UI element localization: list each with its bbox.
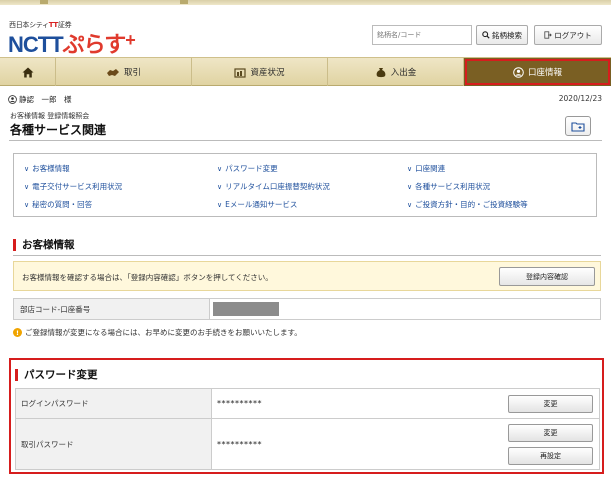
- chevron-down-icon: ∨: [24, 183, 30, 191]
- customer-notice: お客様情報を確認する場合は、「登録内容確認」ボタンを押してください。 登録内容確…: [13, 261, 601, 291]
- search-input[interactable]: [372, 25, 472, 45]
- chevron-down-icon: ∨: [407, 165, 413, 173]
- nav-home[interactable]: [0, 58, 56, 86]
- chevron-down-icon: ∨: [407, 183, 413, 191]
- trade-password-value: **********: [217, 439, 262, 449]
- nav-trade[interactable]: 取引: [56, 58, 192, 86]
- link-secret-question[interactable]: ∨ 秘密の質問・回答: [24, 199, 92, 210]
- link-email-notification[interactable]: ∨ Eメール通知サービス: [217, 199, 297, 210]
- row-actions: 変更 再設定: [506, 419, 599, 469]
- nav-deposit[interactable]: 入出金: [328, 58, 464, 86]
- nav-account[interactable]: 口座情報: [464, 58, 611, 86]
- chevron-down-icon: ∨: [24, 165, 30, 173]
- branch-account-row: 部店コード-口座番号: [13, 298, 601, 320]
- folder-button[interactable]: [565, 116, 591, 136]
- reset-trade-password-button[interactable]: 再設定: [508, 446, 593, 465]
- logout-icon: [544, 31, 553, 39]
- handshake-icon: [106, 68, 119, 76]
- link-account-related[interactable]: ∨ 口座関連: [407, 163, 445, 174]
- change-trade-password-button[interactable]: 変更: [508, 423, 593, 442]
- branch-account-label: 部店コード-口座番号: [14, 299, 210, 319]
- customer-info-heading: お客様情報: [13, 239, 75, 251]
- divider: [9, 140, 602, 141]
- nav-assets[interactable]: 資産状況: [192, 58, 328, 86]
- divider: [13, 255, 601, 256]
- table-row: ログインパスワード ********** 変更: [16, 389, 599, 419]
- change-note-text: ご登録情報が変更になる場合には、お早めに変更のお手続きをお願いいたします。: [25, 328, 302, 337]
- change-login-password-button[interactable]: 変更: [508, 394, 593, 413]
- change-note: ! ご登録情報が変更になる場合には、お早めに変更のお手続きをお願いいたします。: [13, 327, 302, 338]
- current-date: 2020/12/23: [558, 94, 602, 103]
- branch-account-value: [210, 299, 600, 319]
- service-links: ∨ お客様情報 ∨ パスワード変更 ∨ 口座関連 ∨ 電子交付サービス利用状況 ∨ リアル…: [13, 153, 597, 217]
- nav-account-label: 口座情報: [527, 68, 562, 78]
- logo[interactable]: NCTTぷらす+: [8, 27, 136, 59]
- chevron-down-icon: ∨: [217, 183, 223, 191]
- password-table: ログインパスワード ********** 変更 取引パスワード ********…: [15, 388, 600, 470]
- chevron-down-icon: ∨: [217, 201, 223, 209]
- money-bag-icon: [376, 67, 386, 77]
- redacted-value: [213, 302, 279, 316]
- link-investment-policy[interactable]: ∨ ご投資方針・目的・ご投資経験等: [407, 199, 528, 210]
- user-icon: [8, 95, 17, 104]
- page-title: 各種サービス関連: [10, 123, 107, 137]
- confirm-registration-button[interactable]: 登録内容確認: [499, 267, 595, 286]
- logout-button-label: ログアウト: [554, 30, 592, 40]
- decor-mark: [40, 0, 48, 4]
- password-section: パスワード変更 ログインパスワード ********** 変更 取引パスワード …: [9, 358, 604, 474]
- link-realtime-transfer[interactable]: ∨ リアルタイム口座振替契約状況: [217, 181, 330, 192]
- logout-button[interactable]: ログアウト: [534, 25, 602, 45]
- site-header: 西日本シティTT証券 NCTTぷらす+ 銘柄検索 ログアウト: [0, 5, 611, 57]
- search-icon: [482, 31, 490, 39]
- notice-text: お客様情報を確認する場合は、「登録内容確認」ボタンを押してください。: [22, 273, 273, 282]
- assets-icon: [234, 67, 247, 78]
- link-service-usage[interactable]: ∨ 各種サービス利用状況: [407, 181, 490, 192]
- user-icon: [513, 66, 524, 78]
- chevron-down-icon: ∨: [217, 165, 223, 173]
- login-password-label: ログインパスワード: [16, 389, 212, 418]
- folder-plus-icon: [571, 121, 585, 132]
- chevron-down-icon: ∨: [24, 201, 30, 209]
- search-button[interactable]: 銘柄検索: [476, 25, 528, 45]
- nav-assets-label: 資産状況: [250, 68, 285, 78]
- home-icon: [22, 67, 33, 77]
- chevron-down-icon: ∨: [407, 201, 413, 209]
- decor-mark: [180, 0, 188, 4]
- user-name: 静認 一郎 様: [19, 95, 72, 104]
- trade-password-label: 取引パスワード: [16, 419, 212, 469]
- main-nav: 取引 資産状況 入出金 口座情報: [0, 57, 611, 86]
- row-actions: 変更: [506, 389, 599, 418]
- nav-deposit-label: 入出金: [390, 68, 417, 78]
- link-customer-info[interactable]: ∨ お客様情報: [24, 163, 70, 174]
- login-password-value: **********: [217, 399, 262, 408]
- nav-trade-label: 取引: [123, 68, 141, 78]
- breadcrumb: お客様情報 登録情報照会: [10, 112, 90, 120]
- info-icon: !: [13, 328, 22, 337]
- table-row: 取引パスワード ********** 変更 再設定: [16, 419, 599, 469]
- link-password-change[interactable]: ∨ パスワード変更: [217, 163, 278, 174]
- link-e-delivery[interactable]: ∨ 電子交付サービス利用状況: [24, 181, 122, 192]
- password-heading: パスワード変更: [15, 369, 98, 381]
- user-greeting: 静認 一郎 様: [8, 94, 72, 105]
- search-button-label: 銘柄検索: [492, 30, 522, 40]
